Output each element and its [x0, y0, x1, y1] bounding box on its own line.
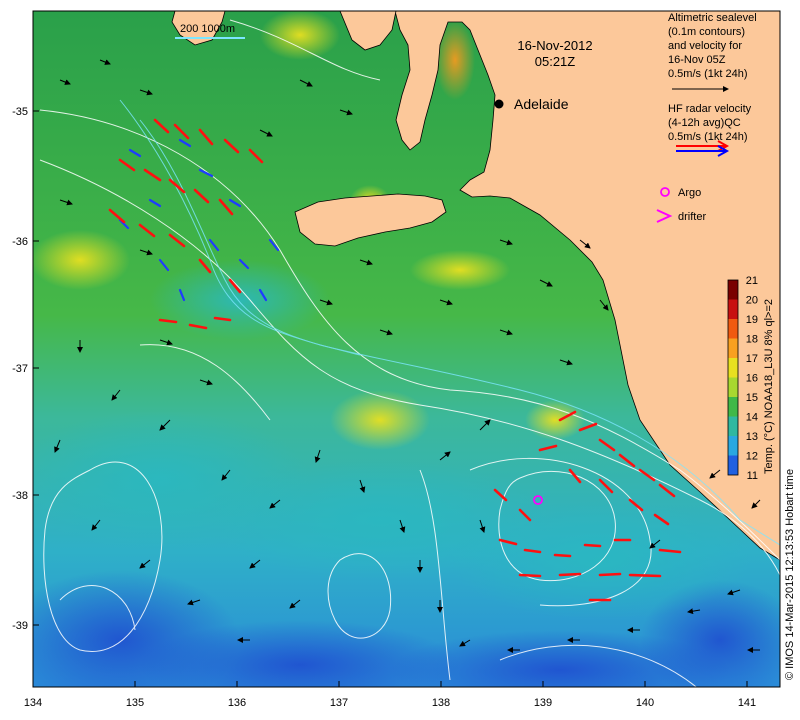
x-tick-label: 141: [738, 697, 756, 709]
colorbar-seg-15: [728, 397, 738, 417]
legend-alt-line-2: (0.1m contours): [668, 26, 745, 38]
y-axis-ticks: -35 -36 -37 -38 -39: [12, 106, 28, 632]
adelaide-marker: [494, 99, 504, 109]
colorbar-seg-19: [728, 319, 738, 339]
colorbar-tick: 18: [746, 334, 758, 346]
x-tick-label: 135: [126, 697, 144, 709]
colorbar-tick: 12: [746, 451, 758, 463]
y-tick-label: -37: [12, 363, 28, 375]
legend-radar-line-1: HF radar velocity: [668, 103, 752, 115]
colorbar: [727, 279, 739, 476]
y-tick-label: -36: [12, 236, 28, 248]
legend-radar-line-3: 0.5m/s (1kt 24h): [668, 131, 747, 143]
colorbar-tick: 20: [746, 295, 758, 307]
colorbar-seg-12: [728, 455, 738, 475]
x-tick-label: 138: [432, 697, 450, 709]
colorbar-tick: 13: [746, 431, 758, 443]
legend-alt-line-5: 0.5m/s (1kt 24h): [668, 68, 747, 80]
map-date: 16-Nov-2012: [517, 38, 592, 53]
x-tick-label: 137: [330, 697, 348, 709]
colorbar-tick: 14: [746, 412, 758, 424]
x-tick-label: 136: [228, 697, 246, 709]
legend-drifter-label: drifter: [678, 211, 706, 223]
colorbar-tick: 15: [746, 392, 758, 404]
legend-alt-line-4: 16-Nov 05Z: [668, 54, 726, 66]
colorbar-seg-13: [728, 436, 738, 456]
colorbar-seg-18: [728, 338, 738, 358]
city-label: Adelaide: [514, 96, 569, 112]
colorbar-label: Temp. (°C) NOAA18_L3U 8% ql>=2: [763, 299, 775, 474]
colorbar-seg-16: [728, 377, 738, 397]
colorbar-ticks: 21 20 19 18 17 16 15 14 13 12 11: [746, 275, 758, 482]
colorbar-seg-17: [728, 358, 738, 378]
scale-bar-label: 200 1000m: [180, 23, 235, 35]
colorbar-seg-20: [728, 299, 738, 319]
colorbar-tick: 16: [746, 373, 758, 385]
credit-text: © IMOS 14-Mar-2015 12:13:53 Hobart time: [784, 469, 796, 680]
x-tick-label: 140: [636, 697, 654, 709]
map-time: 05:21Z: [535, 54, 576, 69]
colorbar-tick: 17: [746, 353, 758, 365]
y-tick-label: -39: [12, 620, 28, 632]
x-tick-label: 134: [24, 697, 42, 709]
legend-alt-line-1: Altimetric sealevel: [668, 12, 757, 24]
x-tick-label: 139: [534, 697, 552, 709]
y-tick-label: -38: [12, 490, 28, 502]
colorbar-tick: 11: [747, 470, 758, 482]
colorbar-tick: 21: [746, 275, 758, 287]
legend-argo-label: Argo: [678, 187, 701, 199]
sst-map-figure: 200 1000m 16-Nov-2012 05:21Z Adelaide Al…: [12, 10, 796, 709]
x-axis-ticks: 134 135 136 137 138 139 140 141: [24, 697, 756, 709]
y-tick-label: -35: [12, 106, 28, 118]
legend-alt-line-3: and velocity for: [668, 40, 742, 52]
colorbar-seg-21: [728, 280, 738, 300]
colorbar-seg-14: [728, 416, 738, 436]
colorbar-tick: 19: [746, 314, 758, 326]
legend-radar-line-2: (4-12h avg)QC: [668, 117, 741, 129]
